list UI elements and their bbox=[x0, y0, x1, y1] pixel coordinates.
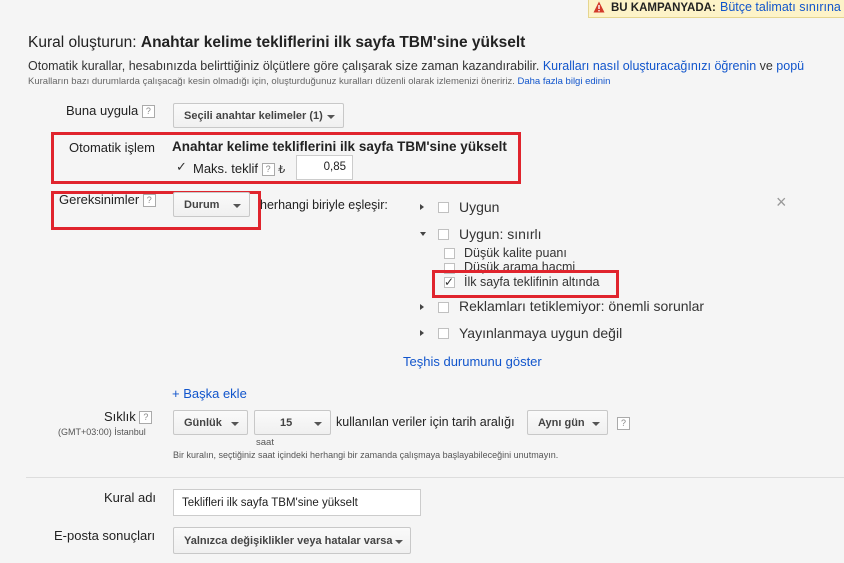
chevron-down-icon bbox=[327, 114, 335, 119]
option-low-quality: Düşük kalite puanı bbox=[464, 246, 567, 260]
rule-name-label: Kural adı bbox=[104, 490, 157, 505]
checkmark-icon: ✓ bbox=[444, 275, 455, 289]
expand-icon[interactable] bbox=[420, 330, 424, 336]
match-text: herhangi biriyle eşleşir: bbox=[260, 198, 388, 212]
data-range-text: kullanılan veriler için tarih aralığı bbox=[336, 415, 515, 429]
frequency-dropdown[interactable]: Günlük bbox=[173, 410, 248, 435]
notice-link[interactable]: Bütçe talimatı sınırına bbox=[720, 0, 841, 14]
email-label: E-posta sonuçları bbox=[54, 528, 156, 543]
max-bid-input[interactable]: 0,85 bbox=[296, 155, 353, 180]
rule-name-input[interactable]: Teklifleri ilk sayfa TBM'sine yükselt bbox=[173, 489, 421, 516]
max-bid-label: Maks. teklif ? ₺ bbox=[193, 161, 286, 177]
learn-more-link[interactable]: Daha fazla bilgi edinin bbox=[518, 76, 611, 87]
notice-label: BU KAMPANYADA: bbox=[611, 2, 716, 14]
option-checkbox[interactable] bbox=[438, 202, 449, 213]
expand-icon[interactable] bbox=[420, 304, 424, 310]
apply-label: Buna uygula ? bbox=[66, 103, 155, 119]
help-icon[interactable]: ? bbox=[139, 411, 153, 425]
requirements-label: Gereksinimler ? bbox=[59, 192, 156, 208]
option-below-first-page: İlk sayfa teklifinin altında bbox=[464, 275, 600, 289]
apply-dropdown[interactable]: Seçili anahtar kelimeler (1) bbox=[173, 103, 344, 128]
expand-icon[interactable] bbox=[420, 204, 424, 210]
chevron-down-icon bbox=[314, 421, 322, 426]
help-icon[interactable]: ? bbox=[142, 194, 156, 208]
diagnose-link[interactable]: Teşhis durumunu göster bbox=[403, 354, 542, 369]
hour-dropdown[interactable]: 15 bbox=[254, 410, 331, 435]
collapse-icon[interactable] bbox=[420, 232, 426, 236]
requirements-dropdown[interactable]: Durum bbox=[173, 192, 250, 217]
help-icon[interactable]: ? bbox=[617, 417, 630, 430]
option-uygun-sinirli: Uygun: sınırlı bbox=[459, 226, 542, 242]
frequency-label: Sıklık ? bbox=[104, 409, 153, 425]
option-uygun: Uygun bbox=[459, 199, 500, 215]
close-icon[interactable]: × bbox=[776, 192, 787, 213]
hour-label: saat bbox=[256, 437, 274, 448]
option-checkbox[interactable] bbox=[444, 248, 455, 259]
action-label: Otomatik işlem bbox=[69, 140, 155, 155]
chevron-down-icon bbox=[592, 421, 600, 426]
option-checkbox[interactable] bbox=[438, 328, 449, 339]
action-title: Anahtar kelime tekliflerini ilk sayfa TB… bbox=[172, 139, 507, 154]
description: Otomatik kurallar, hesabınızda belirttiğ… bbox=[28, 59, 805, 73]
description-note: Kuralların bazı durumlarda çalışacağı ke… bbox=[28, 76, 611, 87]
chevron-down-icon bbox=[395, 539, 403, 544]
checkmark-icon[interactable]: ✓ bbox=[176, 160, 187, 173]
range-dropdown[interactable]: Aynı gün bbox=[527, 410, 608, 435]
timezone-label: (GMT+03:00) İstanbul bbox=[58, 427, 146, 437]
frequency-note: Bir kuralın, seçtiğiniz saat içindeki he… bbox=[173, 450, 559, 460]
option-checkbox[interactable] bbox=[438, 302, 449, 313]
add-more-link[interactable]: + Başka ekle bbox=[172, 386, 247, 401]
currency-symbol: ₺ bbox=[278, 164, 286, 176]
option-not-eligible: Yayınlanmaya uygun değil bbox=[459, 325, 623, 341]
email-dropdown[interactable]: Yalnızca değişiklikler veya hatalar vars… bbox=[173, 527, 411, 554]
warning-icon bbox=[593, 1, 605, 13]
option-checkbox[interactable] bbox=[438, 229, 449, 240]
chevron-down-icon bbox=[233, 203, 241, 208]
page-title: Kural oluşturun: Anahtar kelime teklifle… bbox=[28, 34, 526, 51]
help-icon[interactable]: ? bbox=[141, 105, 155, 119]
campaign-notice: BU KAMPANYADA: Bütçe talimatı sınırına bbox=[588, 0, 844, 18]
learn-rules-link[interactable]: Kuralları nasıl oluşturacağınızı öğrenin bbox=[543, 59, 756, 73]
popular-link[interactable]: popü bbox=[776, 59, 804, 73]
chevron-down-icon bbox=[231, 421, 239, 426]
option-not-triggering: Reklamları tetiklemiyor: önemli sorunlar bbox=[459, 298, 705, 314]
section-divider bbox=[26, 477, 844, 478]
help-icon[interactable]: ? bbox=[261, 163, 275, 177]
